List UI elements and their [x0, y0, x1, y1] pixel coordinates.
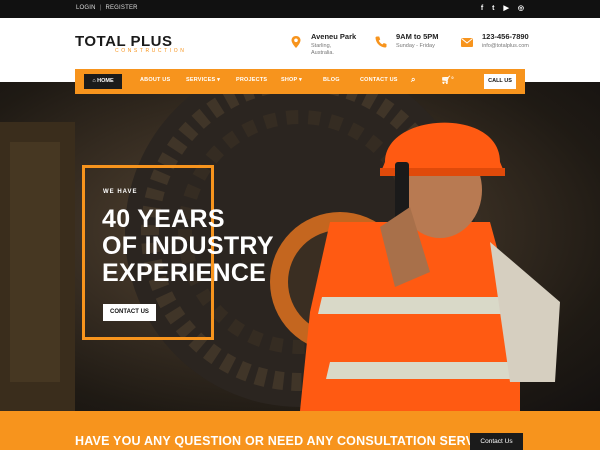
- site-header: TOTAL PLUS CONSTRUCTION Aveneu Park Star…: [0, 18, 600, 68]
- consultation-contact-button[interactable]: Contact Us: [470, 433, 523, 450]
- chevron-down-icon: ▾: [217, 77, 221, 83]
- site-logo[interactable]: TOTAL PLUS CONSTRUCTION: [75, 33, 186, 54]
- social-links: f t ▶ ◎: [481, 4, 524, 13]
- cart-count: 0: [451, 75, 454, 80]
- nav-about[interactable]: ABOUT US: [140, 77, 170, 83]
- nav-shop[interactable]: SHOP ▾: [281, 77, 302, 83]
- main-nav: ⌂ HOME ABOUT US SERVICES ▾ PROJECTS SHOP…: [75, 69, 525, 94]
- search-icon[interactable]: ⌕: [411, 75, 416, 85]
- consultation-text: HAVE YOU ANY QUESTION OR NEED ANY CONSUL…: [75, 434, 500, 448]
- chevron-down-icon: ▾: [299, 77, 302, 83]
- hero-kicker: WE HAVE: [103, 189, 138, 195]
- hero-title-line-1: 40 YEARS: [102, 205, 225, 233]
- email-address[interactable]: info@totalplus.com: [482, 43, 529, 50]
- hero-title-line-3: EXPERIENCE: [102, 259, 267, 287]
- login-link[interactable]: LOGIN: [76, 5, 96, 11]
- hero-banner: WE HAVE 40 YEARS OF INDUSTRY EXPERIENCE …: [0, 82, 600, 411]
- address-title: Aveneu Park: [311, 32, 357, 41]
- home-icon: ⌂: [92, 78, 96, 84]
- address-line: Starling, Australia.: [311, 43, 334, 56]
- map-pin-icon: [291, 36, 301, 48]
- phone-icon: [375, 36, 387, 48]
- facebook-icon[interactable]: f: [481, 4, 483, 13]
- nav-blog[interactable]: BLOG: [323, 77, 340, 83]
- hero-title: 40 YEARS OF INDUSTRY EXPERIENCE: [102, 206, 274, 287]
- hours-title: 9AM to 5PM: [396, 32, 439, 41]
- account-links: LOGIN | REGISTER: [76, 5, 138, 11]
- call-us-button[interactable]: CALL US: [484, 74, 516, 89]
- hero-title-line-2: OF INDUSTRY: [102, 232, 274, 260]
- youtube-icon[interactable]: ▶: [504, 4, 509, 13]
- nav-services-label: SERVICES: [186, 77, 216, 83]
- hours-info: 9AM to 5PM Sunday - Friday: [374, 32, 439, 50]
- nav-contact[interactable]: CONTACT US: [360, 77, 398, 83]
- cart-icon[interactable]: 🛒︎0: [441, 75, 454, 85]
- nav-home-label: HOME: [97, 78, 114, 84]
- register-link[interactable]: REGISTER: [105, 5, 137, 11]
- envelope-icon: [461, 38, 473, 47]
- logo-subtitle: CONSTRUCTION: [115, 48, 187, 54]
- separator: |: [99, 5, 102, 11]
- nav-home[interactable]: ⌂ HOME: [84, 74, 122, 89]
- email-info: 123-456-7890 info@totalplus.com: [460, 32, 529, 50]
- consultation-strip: HAVE YOU ANY QUESTION OR NEED ANY CONSUL…: [0, 411, 600, 450]
- hours-line: Sunday - Friday: [396, 43, 435, 49]
- address-info: Aveneu Park Starling, Australia.: [289, 32, 356, 57]
- hero-contact-button[interactable]: CONTACT US: [103, 304, 156, 321]
- instagram-icon[interactable]: ◎: [518, 4, 524, 13]
- top-bar: LOGIN | REGISTER f t ▶ ◎: [0, 0, 600, 18]
- nav-projects[interactable]: PROJECTS: [236, 77, 267, 83]
- nav-shop-label: SHOP: [281, 77, 298, 83]
- phone-number[interactable]: 123-456-7890: [482, 32, 529, 41]
- twitter-icon[interactable]: t: [492, 4, 494, 13]
- nav-services[interactable]: SERVICES ▾: [186, 77, 220, 83]
